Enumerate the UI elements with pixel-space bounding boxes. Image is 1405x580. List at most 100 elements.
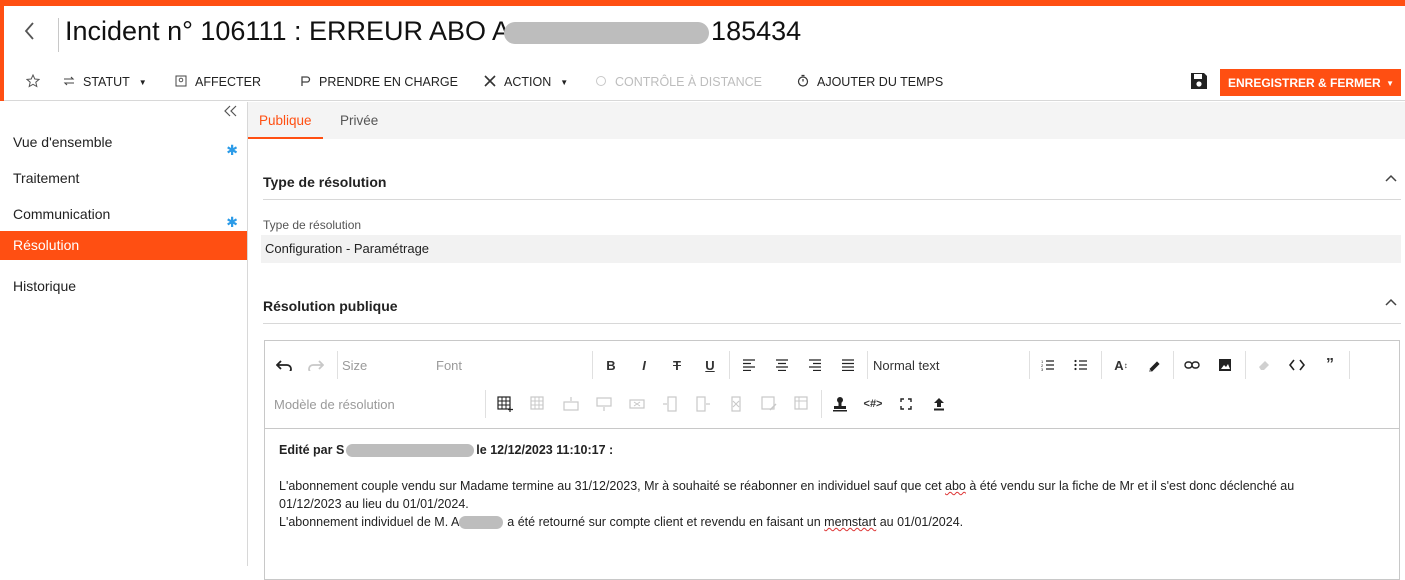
highlighter-icon[interactable]: [1143, 354, 1165, 376]
back-chevron-icon[interactable]: [22, 20, 46, 46]
font-family-select[interactable]: Font: [436, 358, 462, 373]
text-color-icon[interactable]: A ↕: [1110, 354, 1132, 376]
editor-toolbar: Size Font B I T U Normal text 123 A ↕ ” …: [265, 341, 1399, 429]
redacted-mask: [346, 444, 475, 458]
action-label: ACTION: [504, 75, 552, 89]
table-properties-icon[interactable]: [791, 393, 813, 415]
row-insert-above-icon[interactable]: [560, 393, 582, 415]
toolbar-separator: [867, 351, 868, 379]
font-size-select[interactable]: Size: [342, 358, 367, 373]
align-left-icon[interactable]: [738, 354, 760, 376]
asterisk-icon: ✱: [226, 142, 238, 158]
cell-edit-icon[interactable]: [758, 393, 780, 415]
row-insert-below-icon[interactable]: [593, 393, 615, 415]
title-prefix: Incident n° 106111 : ERREUR ABO A: [65, 16, 511, 46]
remote-control-icon: [594, 75, 608, 90]
link-icon[interactable]: [1181, 354, 1203, 376]
column-insert-left-icon[interactable]: [659, 393, 681, 415]
sidebar-item-overview[interactable]: Vue d'ensemble ✱: [0, 128, 247, 158]
blockquote-icon[interactable]: ”: [1319, 354, 1341, 376]
title-separator: [58, 18, 59, 52]
resolution-type-label: Type de résolution: [263, 218, 362, 232]
bullet-list-icon[interactable]: [1070, 354, 1092, 376]
content-paragraph: 01/12/2023 au lieu du 01/01/2024.: [279, 497, 469, 511]
sidebar-item-resolution[interactable]: Résolution: [0, 231, 247, 260]
save-close-label: ENREGISTRER & FERMER: [1228, 75, 1381, 90]
align-center-icon[interactable]: [771, 354, 793, 376]
status-label: STATUT: [83, 75, 130, 89]
favorite-button[interactable]: [25, 72, 41, 92]
star-outline-icon: [25, 73, 41, 91]
status-button[interactable]: STATUT ▼: [62, 72, 147, 92]
add-time-button[interactable]: AJOUTER DU TEMPS: [796, 72, 943, 92]
stopwatch-icon: [796, 74, 810, 90]
toolbar-separator: [1245, 351, 1246, 379]
redo-icon[interactable]: [305, 354, 327, 376]
save-floppy-icon[interactable]: [1189, 71, 1209, 91]
align-right-icon[interactable]: [804, 354, 826, 376]
assign-icon: [174, 75, 188, 90]
paragraph-style-select[interactable]: Normal text: [873, 358, 939, 373]
strikethrough-icon[interactable]: T: [667, 354, 687, 376]
sidebar-item-history[interactable]: Historique: [0, 272, 247, 301]
tab-public[interactable]: Publique: [248, 102, 323, 139]
collapse-sidebar-icon[interactable]: [224, 104, 238, 121]
section-title-public-resolution: Résolution publique: [263, 298, 398, 314]
upload-icon[interactable]: [928, 393, 950, 415]
toolbar-separator: [1101, 351, 1102, 379]
incident-header: Incident n° 106111 : ERREUR ABO A 185434 …: [4, 6, 1405, 101]
image-icon[interactable]: [1214, 354, 1236, 376]
code-view-icon[interactable]: [1286, 354, 1308, 376]
toolbar-separator: [1029, 351, 1030, 379]
paragraph-text: à été vendu sur la fiche de Mr et il s'e…: [965, 479, 1295, 493]
ordered-list-icon[interactable]: 123: [1037, 354, 1059, 376]
content-paragraph: L'abonnement individuel de M. A a été ret…: [279, 513, 1379, 531]
page-title: Incident n° 106111 : ERREUR ABO A 185434: [65, 16, 801, 47]
action-button[interactable]: ACTION ▼: [483, 72, 568, 92]
take-charge-label: PRENDRE EN CHARGE: [319, 75, 458, 89]
section-divider: [263, 323, 1401, 324]
resolution-type-field[interactable]: Configuration - Paramétrage: [261, 235, 1401, 263]
take-charge-button[interactable]: PRENDRE EN CHARGE: [298, 72, 458, 92]
sidebar-item-label: Vue d'ensemble: [13, 134, 113, 150]
undo-icon[interactable]: [273, 354, 295, 376]
sidebar-item-treatment[interactable]: Traitement: [0, 164, 247, 193]
chevron-up-icon[interactable]: [1384, 172, 1398, 186]
tab-label: Publique: [259, 113, 312, 128]
tab-private[interactable]: Privée: [340, 102, 378, 139]
paragraph-text: L'abonnement couple vendu sur Madame ter…: [279, 479, 946, 493]
column-delete-icon[interactable]: [725, 393, 747, 415]
resolution-template-select[interactable]: Modèle de résolution: [274, 397, 395, 412]
redacted-mask: [504, 21, 710, 44]
toolbar-separator: [729, 351, 730, 379]
editor-content[interactable]: Edité par S le 12/12/2023 11:10:17 : L'ab…: [279, 441, 1379, 531]
section-title-resolution-type: Type de résolution: [263, 174, 387, 190]
remote-control-button[interactable]: CONTRÔLE À DISTANCE: [594, 72, 762, 92]
caret-down-icon: ▼: [1386, 79, 1394, 88]
sidebar: Vue d'ensemble ✱ Traitement Communicatio…: [0, 102, 248, 566]
eraser-icon[interactable]: [1253, 354, 1275, 376]
row-delete-icon[interactable]: [626, 393, 648, 415]
insert-table-icon[interactable]: [494, 393, 516, 415]
table-delete-icon[interactable]: [527, 393, 549, 415]
placeholder-tag-icon[interactable]: <#>: [862, 393, 884, 415]
take-charge-icon: [298, 75, 312, 90]
save-close-button[interactable]: ENREGISTRER & FERMER ▼: [1220, 69, 1401, 96]
bold-icon[interactable]: B: [601, 354, 621, 376]
column-insert-right-icon[interactable]: [692, 393, 714, 415]
caret-down-icon: ▼: [560, 77, 569, 87]
misspelled-word: abo: [945, 479, 966, 493]
rich-text-editor[interactable]: Size Font B I T U Normal text 123 A ↕ ” …: [264, 340, 1400, 580]
assign-button[interactable]: AFFECTER: [174, 72, 261, 92]
underline-icon[interactable]: U: [700, 354, 720, 376]
italic-icon[interactable]: I: [634, 354, 654, 376]
sidebar-item-communication[interactable]: Communication ✱: [0, 200, 247, 230]
sidebar-item-label: Communication: [13, 206, 111, 222]
fullscreen-icon[interactable]: [895, 393, 917, 415]
stamp-icon[interactable]: [829, 393, 851, 415]
chevron-up-icon[interactable]: [1384, 296, 1398, 310]
tab-label: Privée: [340, 113, 379, 128]
align-justify-icon[interactable]: [837, 354, 859, 376]
title-suffix: 185434: [711, 16, 802, 46]
caret-down-icon: ▼: [138, 77, 147, 87]
